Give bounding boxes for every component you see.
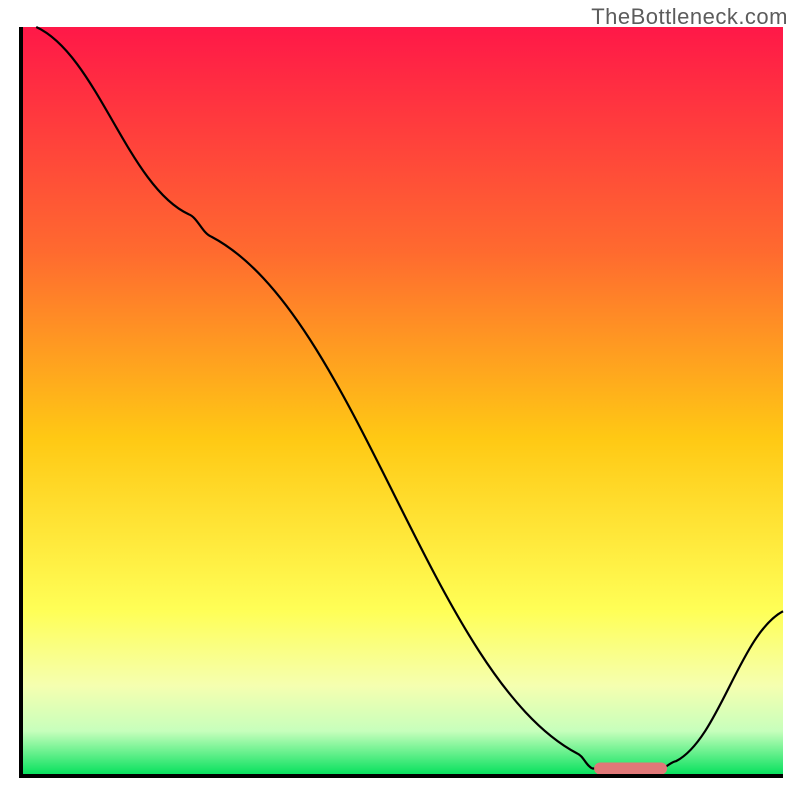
chart-container: TheBottleneck.com (0, 0, 800, 800)
watermark-text: TheBottleneck.com (591, 4, 788, 30)
bottleneck-chart (0, 0, 800, 800)
plot-background (21, 27, 783, 776)
